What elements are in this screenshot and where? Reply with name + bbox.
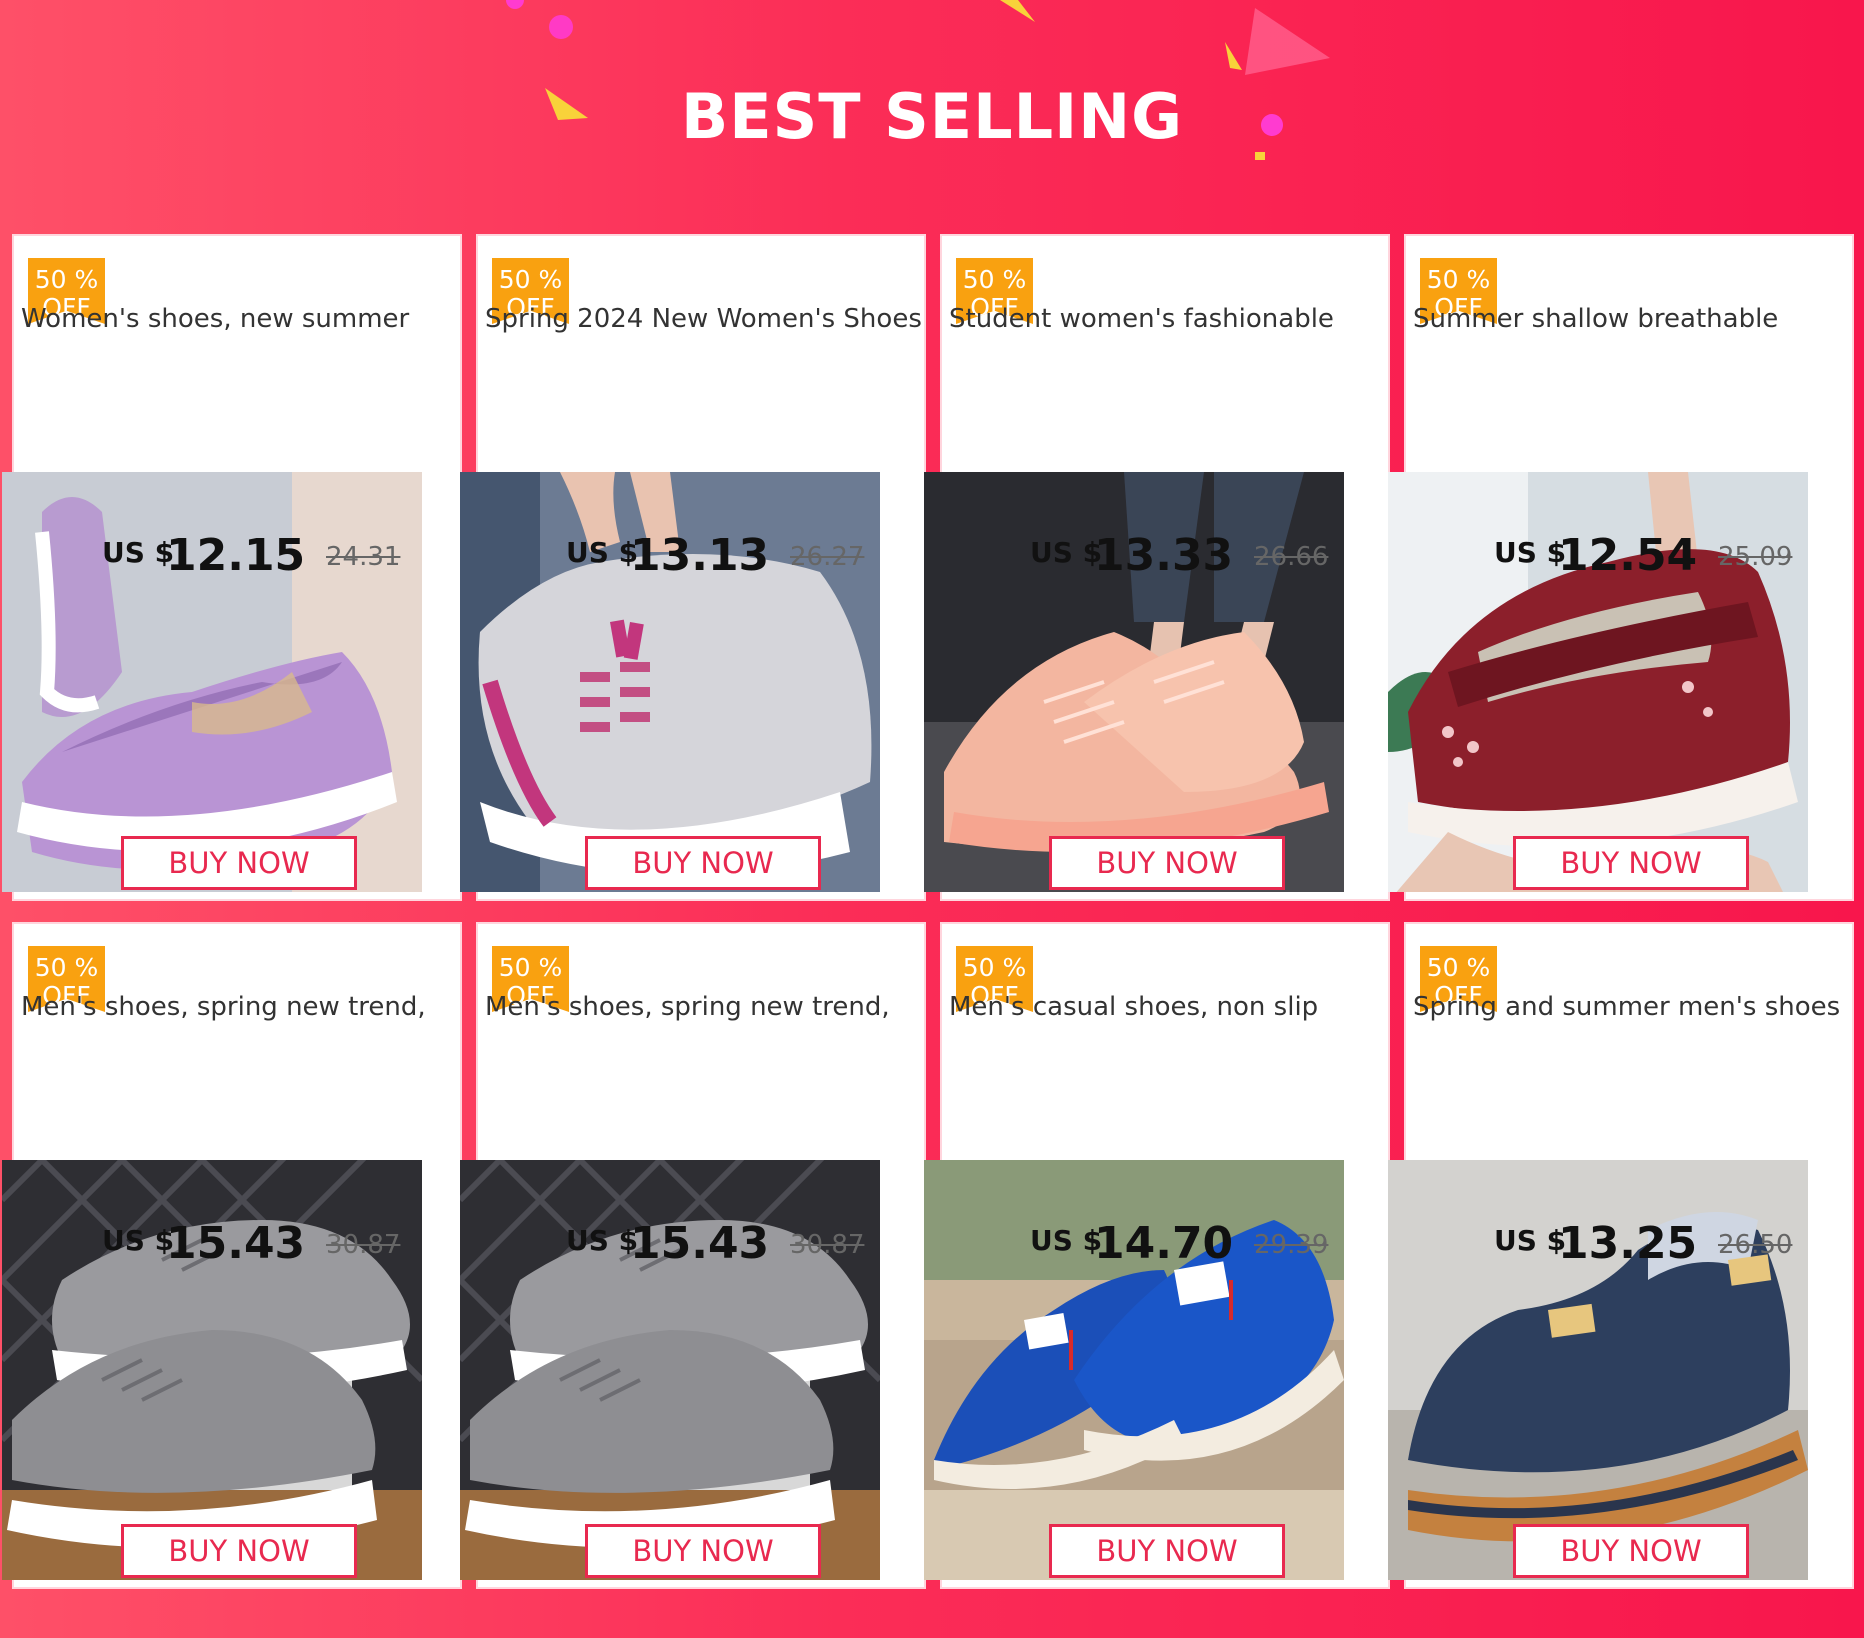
product-card[interactable]: 50 % OFF Men's shoes, spring new trend, bbox=[460, 922, 926, 1589]
badge-percent: 50 % bbox=[1426, 953, 1491, 982]
product-title[interactable]: Women's shoes, new summer bbox=[21, 304, 461, 334]
banner: BEST SELLING bbox=[0, 0, 1864, 232]
banner-title: BEST SELLING bbox=[680, 80, 1183, 153]
product-card[interactable]: 50 % OFF Women's shoes, new summer US $ … bbox=[2, 234, 462, 901]
buy-now-button[interactable]: BUY NOW bbox=[1513, 836, 1749, 890]
buy-now-button[interactable]: BUY NOW bbox=[585, 836, 821, 890]
original-price: 30.87 bbox=[790, 1230, 865, 1260]
badge-percent: 50 % bbox=[34, 265, 99, 294]
sale-price: 12.15 bbox=[166, 530, 306, 581]
product-card[interactable]: 50 % OFF Men's casual shoes, non slip US… bbox=[924, 922, 1390, 1589]
currency-label: US $ bbox=[1030, 536, 1103, 569]
buy-now-button[interactable]: BUY NOW bbox=[585, 1524, 821, 1578]
buy-now-button[interactable]: BUY NOW bbox=[1049, 836, 1285, 890]
buy-now-button[interactable]: BUY NOW bbox=[121, 1524, 357, 1578]
currency-label: US $ bbox=[1494, 1224, 1567, 1257]
product-title[interactable]: Student women's fashionable bbox=[949, 304, 1389, 334]
buy-now-button[interactable]: BUY NOW bbox=[1513, 1524, 1749, 1578]
product-card[interactable]: 50 % OFF Student women's fashionable US … bbox=[924, 234, 1390, 901]
currency-label: US $ bbox=[566, 536, 639, 569]
original-price: 30.87 bbox=[326, 1230, 401, 1260]
product-title[interactable]: Spring and summer men's shoes bbox=[1413, 992, 1853, 1022]
product-title[interactable]: Men's shoes, spring new trend, bbox=[21, 992, 461, 1022]
buy-now-button[interactable]: BUY NOW bbox=[121, 836, 357, 890]
product-title[interactable]: Summer shallow breathable bbox=[1413, 304, 1853, 334]
product-card[interactable]: 50 % OFF Spring 2024 New Women's Shoes U… bbox=[460, 234, 926, 901]
badge-percent: 50 % bbox=[34, 953, 99, 982]
price-row: US $ 15.43 30.87 bbox=[558, 1218, 898, 1278]
badge-percent: 50 % bbox=[1426, 265, 1491, 294]
price-row: US $ 15.43 30.87 bbox=[94, 1218, 434, 1278]
product-title[interactable]: Spring 2024 New Women's Shoes bbox=[485, 304, 925, 334]
price-row: US $ 13.33 26.66 bbox=[1022, 530, 1362, 590]
product-title[interactable]: Men's shoes, spring new trend, bbox=[485, 992, 925, 1022]
price-row: US $ 13.25 26.50 bbox=[1486, 1218, 1826, 1278]
price-row: US $ 14.70 29.39 bbox=[1022, 1218, 1362, 1278]
original-price: 26.50 bbox=[1718, 1230, 1793, 1260]
price-row: US $ 13.13 26.27 bbox=[558, 530, 898, 590]
currency-label: US $ bbox=[102, 536, 175, 569]
sale-price: 15.43 bbox=[166, 1218, 306, 1269]
original-price: 26.27 bbox=[790, 542, 865, 572]
badge-percent: 50 % bbox=[498, 953, 563, 982]
buy-now-button[interactable]: BUY NOW bbox=[1049, 1524, 1285, 1578]
sale-price: 13.13 bbox=[630, 530, 770, 581]
product-title[interactable]: Men's casual shoes, non slip bbox=[949, 992, 1389, 1022]
currency-label: US $ bbox=[1494, 536, 1567, 569]
product-card[interactable]: 50 % OFF Men's shoes, spring new trend, bbox=[2, 922, 462, 1589]
product-card[interactable]: 50 % OFF Summer shallow breathable US $ … bbox=[1388, 234, 1854, 901]
product-card[interactable]: 50 % OFF Spring and summer men's shoes U… bbox=[1388, 922, 1854, 1589]
original-price: 25.09 bbox=[1718, 542, 1793, 572]
badge-percent: 50 % bbox=[962, 265, 1027, 294]
original-price: 24.31 bbox=[326, 542, 401, 572]
sale-price: 13.33 bbox=[1094, 530, 1234, 581]
original-price: 26.66 bbox=[1254, 542, 1329, 572]
badge-percent: 50 % bbox=[962, 953, 1027, 982]
price-row: US $ 12.15 24.31 bbox=[94, 530, 434, 590]
sale-price: 15.43 bbox=[630, 1218, 770, 1269]
original-price: 29.39 bbox=[1254, 1230, 1329, 1260]
currency-label: US $ bbox=[102, 1224, 175, 1257]
currency-label: US $ bbox=[566, 1224, 639, 1257]
product-grid: 50 % OFF Women's shoes, new summer US $ … bbox=[0, 232, 1864, 1638]
badge-percent: 50 % bbox=[498, 265, 563, 294]
sale-price: 14.70 bbox=[1094, 1218, 1234, 1269]
sale-price: 12.54 bbox=[1558, 530, 1698, 581]
price-row: US $ 12.54 25.09 bbox=[1486, 530, 1826, 590]
currency-label: US $ bbox=[1030, 1224, 1103, 1257]
sale-price: 13.25 bbox=[1558, 1218, 1698, 1269]
